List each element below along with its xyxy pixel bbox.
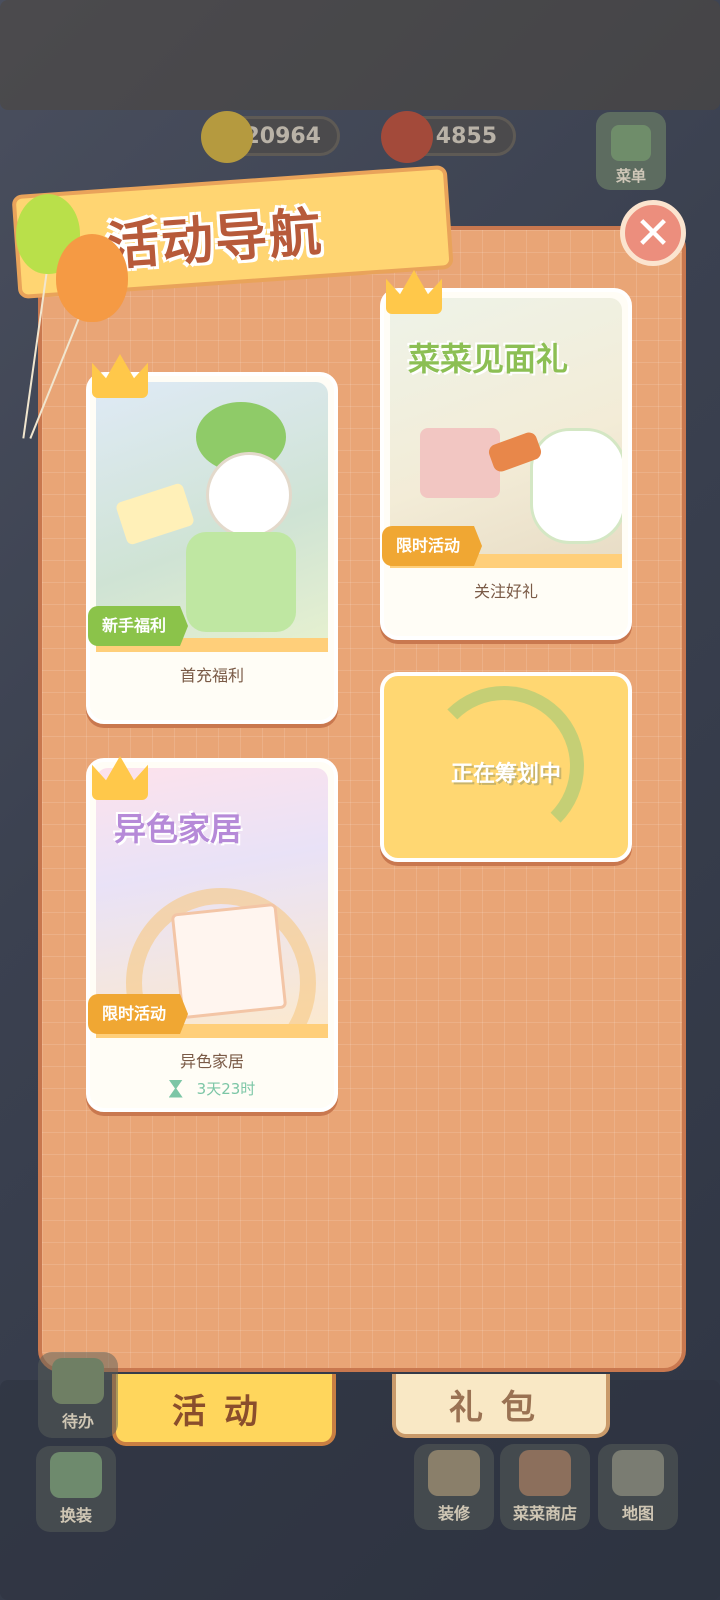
tab-activity[interactable]: 活动 bbox=[112, 1374, 336, 1446]
decorate-button[interactable]: 装修 bbox=[414, 1444, 494, 1530]
alt-home-art: 异色家居 bbox=[96, 768, 328, 1024]
character-face-icon bbox=[206, 452, 292, 538]
card-first-recharge[interactable]: 新手福利 首充福利 bbox=[86, 372, 338, 724]
todo-button[interactable]: 待办 bbox=[38, 1352, 118, 1438]
card-label: 关注好礼 bbox=[473, 582, 538, 601]
follow-gift-art: 菜菜见面礼 bbox=[390, 298, 622, 554]
art-title: 菜菜见面礼 bbox=[408, 340, 569, 378]
map-icon bbox=[612, 1450, 664, 1496]
furniture-card-icon bbox=[170, 902, 288, 1020]
tag-limited: 限时活动 bbox=[382, 526, 483, 566]
background-building bbox=[0, 0, 720, 110]
close-button[interactable]: ✕ bbox=[620, 200, 686, 266]
character-body-icon bbox=[186, 532, 296, 632]
timer-value: 3天23时 bbox=[196, 1080, 256, 1098]
todo-icon bbox=[52, 1358, 104, 1404]
menu-icon bbox=[611, 125, 651, 161]
map-button[interactable]: 地图 bbox=[598, 1444, 678, 1530]
shop-button[interactable]: 菜菜商店 bbox=[500, 1444, 590, 1530]
hourglass-icon bbox=[168, 1079, 183, 1098]
dressup-button[interactable]: 换装 bbox=[36, 1446, 116, 1532]
tab-activity-label: 活动 bbox=[172, 1391, 276, 1432]
card-label: 首充福利 bbox=[179, 666, 244, 685]
decorate-icon bbox=[428, 1450, 480, 1496]
tab-gift-label: 礼包 bbox=[449, 1387, 553, 1428]
first-recharge-art bbox=[96, 382, 328, 638]
menu-label: 菜单 bbox=[615, 167, 646, 185]
tag-newbie: 新手福利 bbox=[88, 606, 189, 646]
tab-gift[interactable]: 礼包 bbox=[392, 1374, 610, 1438]
decorate-label: 装修 bbox=[437, 1504, 470, 1523]
close-icon: ✕ bbox=[634, 207, 672, 259]
card-label: 异色家居 bbox=[179, 1052, 244, 1071]
gift-box-icon bbox=[420, 428, 500, 498]
gift-box-icon bbox=[114, 482, 196, 546]
card-alt-home[interactable]: 异色家居 限时活动 异色家居 3天23时 bbox=[86, 758, 338, 1112]
dressup-icon bbox=[50, 1452, 102, 1498]
menu-button[interactable]: 菜单 bbox=[596, 112, 666, 190]
art-title: 异色家居 bbox=[114, 810, 243, 848]
dressup-label: 换装 bbox=[59, 1506, 92, 1525]
radish-mascot-icon bbox=[530, 428, 622, 544]
card-planning: 正在筹划中 bbox=[380, 672, 632, 862]
shop-label: 菜菜商店 bbox=[512, 1504, 577, 1523]
timer: 3天23时 bbox=[90, 1078, 334, 1099]
planning-label: 正在筹划中 bbox=[450, 762, 561, 787]
panel-title: 活动导航 bbox=[105, 202, 326, 278]
map-label: 地图 bbox=[621, 1504, 654, 1523]
orange-balloon-icon bbox=[56, 234, 128, 322]
shop-icon bbox=[519, 1450, 571, 1496]
todo-label: 待办 bbox=[61, 1412, 94, 1431]
tag-limited: 限时活动 bbox=[88, 994, 189, 1034]
card-follow-gift[interactable]: 菜菜见面礼 限时活动 关注好礼 bbox=[380, 288, 632, 640]
